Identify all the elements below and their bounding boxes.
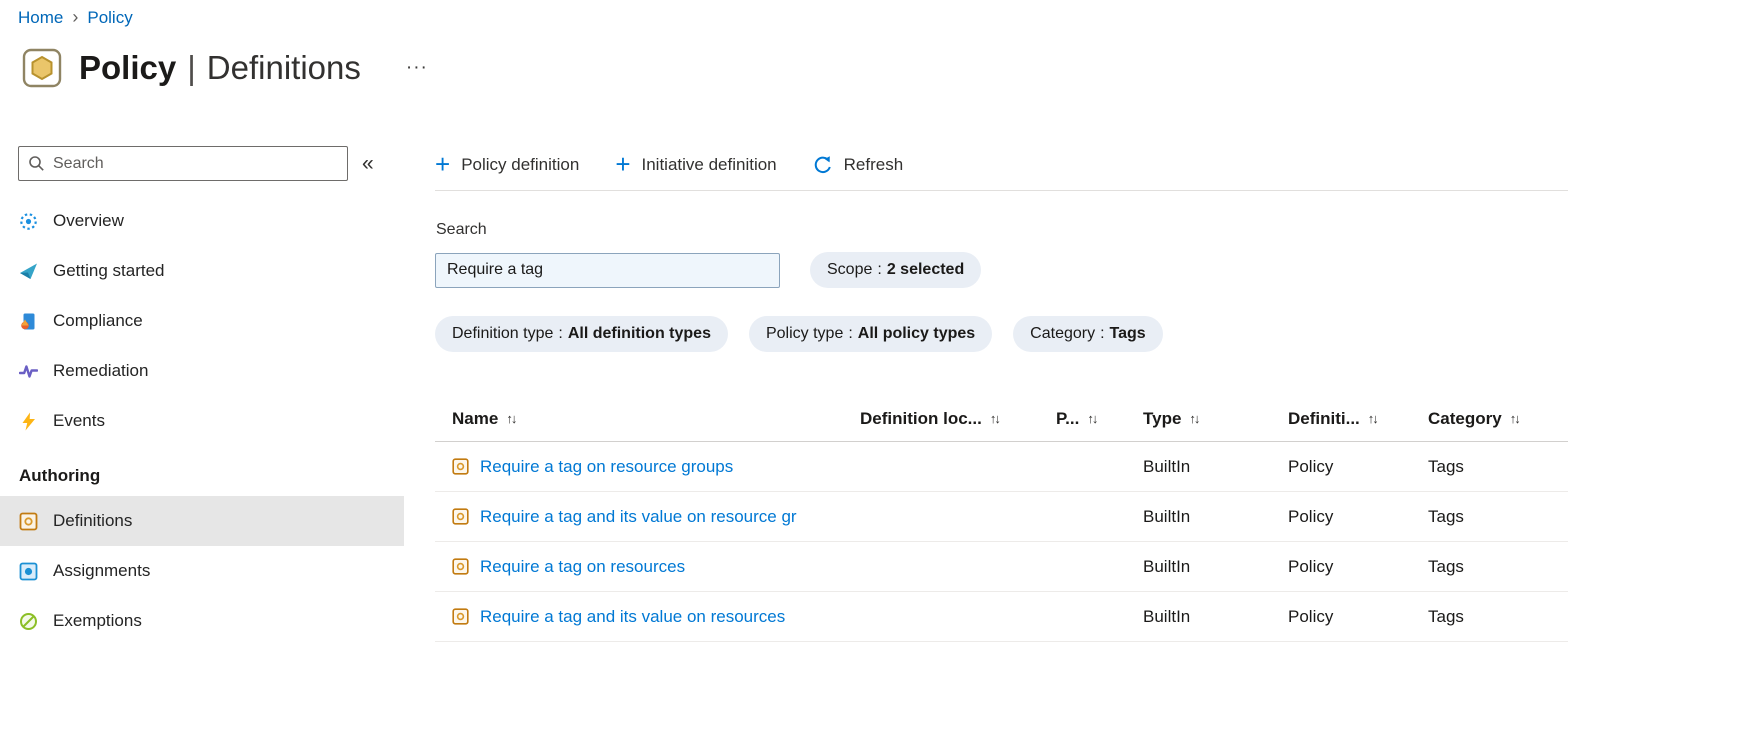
sidebar-item-exemptions[interactable]: Exemptions: [0, 596, 404, 646]
sidebar-search-box[interactable]: [18, 146, 348, 181]
remediation-icon: [19, 362, 38, 381]
category-filter-pill[interactable]: Category : Tags: [1013, 316, 1163, 352]
cell-name: Require a tag on resources: [435, 557, 860, 577]
policy-service-icon: [22, 48, 62, 88]
search-icon: [28, 155, 45, 172]
column-header-type[interactable]: Type ↑↓: [1143, 409, 1288, 429]
column-header-policies[interactable]: P... ↑↓: [1056, 409, 1143, 429]
column-header-name[interactable]: Name ↑↓: [435, 409, 860, 429]
column-header-definition-type[interactable]: Definiti... ↑↓: [1288, 409, 1428, 429]
more-icon[interactable]: ···: [406, 57, 428, 79]
sort-icon: ↑↓: [989, 411, 1001, 426]
sidebar-item-label: Overview: [53, 211, 124, 230]
policy-definition-icon: [452, 608, 469, 625]
sort-icon: ↑↓: [1367, 411, 1379, 426]
breadcrumb-policy-link[interactable]: Policy: [87, 8, 132, 28]
sidebar-item-label: Definitions: [53, 511, 133, 530]
page-header: Policy | Definitions ···: [22, 48, 428, 88]
sidebar-item-definitions[interactable]: Definitions: [0, 496, 404, 546]
cell-category: Tags: [1428, 506, 1464, 526]
initiative-definition-button[interactable]: + Initiative definition: [615, 148, 776, 179]
table-body: Require a tag on resource groups BuiltIn…: [435, 442, 1568, 642]
sort-icon: ↑↓: [1509, 411, 1521, 426]
sidebar-item-overview[interactable]: Overview: [0, 196, 404, 246]
table-row[interactable]: Require a tag on resource groups BuiltIn…: [435, 442, 1568, 492]
sidebar-item-label: Compliance: [53, 311, 143, 330]
sidebar-item-events[interactable]: Events: [0, 396, 404, 446]
policy-definition-icon: [452, 508, 469, 525]
overview-icon: [19, 212, 38, 231]
compliance-icon: [19, 312, 38, 331]
definitions-icon: [19, 512, 38, 531]
cell-type: BuiltIn: [1143, 456, 1191, 476]
definition-link[interactable]: Require a tag and its value on resource …: [480, 507, 797, 527]
cell-type: BuiltIn: [1143, 506, 1191, 526]
plus-icon: +: [615, 148, 631, 179]
sidebar-search-input[interactable]: [53, 154, 338, 173]
sidebar: « Overview Getting started: [0, 146, 404, 646]
collapse-sidebar-icon[interactable]: «: [362, 152, 374, 176]
sidebar-item-remediation[interactable]: Remediation: [0, 346, 404, 396]
events-icon: [19, 412, 38, 431]
sort-icon: ↑↓: [506, 411, 517, 426]
cell-definition-type: Policy: [1288, 556, 1334, 576]
toolbar-divider: [435, 190, 1568, 191]
table-header-row: Name ↑↓ Definition loc... ↑↓ P... ↑↓ Typ…: [435, 396, 1568, 442]
breadcrumb-home-link[interactable]: Home: [18, 8, 63, 28]
table-row[interactable]: Require a tag on resources BuiltIn Polic…: [435, 542, 1568, 592]
definition-type-filter-pill[interactable]: Definition type : All definition types: [435, 316, 728, 352]
definition-search-input[interactable]: [435, 252, 780, 288]
sidebar-item-label: Getting started: [53, 261, 165, 280]
cell-type: BuiltIn: [1143, 606, 1191, 626]
column-header-definition-location[interactable]: Definition loc... ↑↓: [860, 409, 1056, 429]
cell-category: Tags: [1428, 606, 1464, 626]
table-row[interactable]: Require a tag and its value on resource …: [435, 492, 1568, 542]
cell-name: Require a tag on resource groups: [435, 457, 860, 477]
cell-definition-type: Policy: [1288, 506, 1334, 526]
cell-definition-type: Policy: [1288, 606, 1334, 626]
sidebar-item-getting-started[interactable]: Getting started: [0, 246, 404, 296]
chevron-right-icon: ›: [72, 7, 79, 27]
column-header-category[interactable]: Category ↑↓: [1428, 409, 1568, 429]
assignments-icon: [19, 562, 38, 581]
scope-filter-pill[interactable]: Scope : 2 selected: [810, 252, 982, 288]
sidebar-item-label: Exemptions: [53, 611, 142, 630]
policy-definition-icon: [452, 558, 469, 575]
exemptions-icon: [19, 612, 38, 631]
getting-started-icon: [19, 262, 38, 281]
cell-category: Tags: [1428, 456, 1464, 476]
refresh-icon: [813, 155, 833, 175]
cell-type: BuiltIn: [1143, 556, 1191, 576]
sidebar-item-label: Events: [53, 411, 105, 430]
policy-definition-icon: [452, 458, 469, 475]
sort-icon: ↑↓: [1087, 411, 1098, 426]
definitions-table: Name ↑↓ Definition loc... ↑↓ P... ↑↓ Typ…: [435, 396, 1568, 642]
policy-type-filter-pill[interactable]: Policy type : All policy types: [748, 316, 993, 352]
refresh-button[interactable]: Refresh: [813, 155, 903, 175]
definition-link[interactable]: Require a tag and its value on resources: [480, 607, 785, 627]
policy-definition-button[interactable]: + Policy definition: [435, 148, 579, 179]
sidebar-section-authoring: Authoring: [19, 466, 101, 485]
page-title: Policy | Definitions: [79, 49, 361, 86]
table-row[interactable]: Require a tag and its value on resources…: [435, 592, 1568, 642]
search-label: Search: [436, 221, 487, 238]
cell-definition-type: Policy: [1288, 456, 1334, 476]
sidebar-item-compliance[interactable]: Compliance: [0, 296, 404, 346]
sidebar-item-label: Assignments: [53, 561, 151, 580]
plus-icon: +: [435, 148, 451, 179]
definition-link[interactable]: Require a tag on resources: [480, 557, 685, 577]
sidebar-item-label: Remediation: [53, 361, 149, 380]
breadcrumb: Home › Policy: [18, 7, 133, 28]
sort-icon: ↑↓: [1189, 411, 1200, 426]
cell-name: Require a tag and its value on resources: [435, 607, 860, 627]
cell-name: Require a tag and its value on resource …: [435, 507, 860, 527]
definition-link[interactable]: Require a tag on resource groups: [480, 457, 733, 477]
sidebar-item-assignments[interactable]: Assignments: [0, 546, 404, 596]
command-bar: + Policy definition + Initiative definit…: [435, 146, 903, 184]
cell-category: Tags: [1428, 556, 1464, 576]
